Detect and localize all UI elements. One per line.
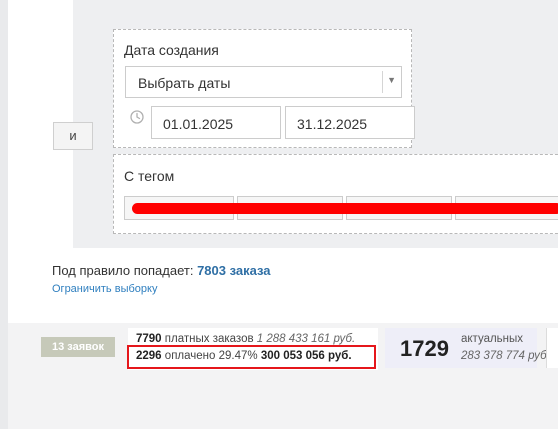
date-created-condition: Дата создания Выбрать даты ▼ 01.01.2025 … xyxy=(113,29,415,148)
limit-selection-link[interactable]: Ограничить выборку xyxy=(52,283,157,295)
actual-orders-sum: 283 378 774 руб. xyxy=(461,350,550,362)
and-operator-button[interactable]: и xyxy=(53,122,93,150)
redaction-mark xyxy=(132,203,558,214)
paid-orders-line: 7790 платных заказов 1 288 433 161 руб. xyxy=(136,333,355,345)
rule-match-prefix: Под правило попадает: xyxy=(52,263,198,278)
actual-orders-label: актуальных xyxy=(461,333,524,345)
rule-match-count: 7803 заказа xyxy=(197,263,271,278)
date-range-select[interactable]: Выбрать даты ▼ xyxy=(125,66,402,98)
date-range-select-value: Выбрать даты xyxy=(138,75,231,91)
date-to-input[interactable]: 31.12.2025 xyxy=(285,106,415,139)
tag-list xyxy=(124,195,558,221)
select-divider xyxy=(382,71,383,93)
requests-count-badge: 13 заявок xyxy=(41,337,115,357)
date-from-input[interactable]: 01.01.2025 xyxy=(151,106,281,139)
actual-orders-count: 1729 xyxy=(400,336,449,361)
paid-orders-sum: 1 288 433 161 руб. xyxy=(256,333,356,345)
tag-condition-label: С тегом xyxy=(124,168,175,184)
date-created-label: Дата создания xyxy=(124,42,219,58)
highlight-frame xyxy=(127,345,376,369)
paid-orders-count: 7790 xyxy=(136,333,162,345)
actual-orders-stats: 1729 актуальных 283 378 774 руб. xyxy=(385,328,550,368)
rule-match-summary: Под правило попадает: 7803 заказа xyxy=(52,263,271,278)
clock-icon xyxy=(130,110,144,124)
chevron-down-icon[interactable]: ▼ xyxy=(387,75,396,85)
next-stat-edge xyxy=(546,328,558,368)
tag-condition: С тегом xyxy=(113,154,558,234)
left-sidebar-edge xyxy=(0,0,8,429)
paid-orders-label: платных заказов xyxy=(164,333,254,345)
